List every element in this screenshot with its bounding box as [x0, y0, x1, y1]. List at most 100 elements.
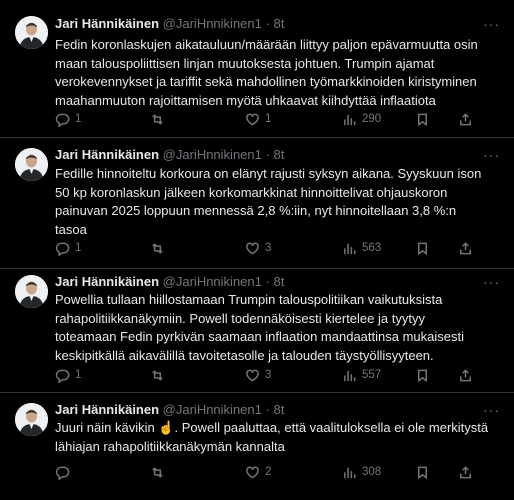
retweet-button[interactable]: [150, 462, 170, 482]
share-button[interactable]: [458, 462, 473, 482]
share-button[interactable]: [458, 238, 473, 258]
heart-icon: [246, 466, 259, 479]
reply-icon: [55, 466, 70, 480]
like-button[interactable]: 1: [245, 109, 271, 129]
views-button[interactable]: 308: [342, 462, 381, 482]
tweet-header: Jari Hännikäinen @JariHnnikinen1 · 8t: [55, 400, 284, 420]
text-line: maan talouspoliittisen linjan muutoksest…: [55, 55, 435, 71]
tweet[interactable]: Jari Hännikäinen @JariHnnikinen1 · 8t ··…: [0, 393, 514, 500]
text-line: Fedin koronlaskujen aikatauluun/määrään …: [55, 37, 478, 52]
author-name[interactable]: Jari Hännikäinen: [55, 402, 159, 417]
reply-button[interactable]: 1: [55, 365, 81, 385]
tweet-header: Jari Hännikäinen @JariHnnikinen1 · 8t: [55, 272, 284, 292]
text-line: Fedille hinnoiteltu korkoura on elänyt r…: [55, 166, 482, 181]
text-line: tasoa: [55, 222, 87, 238]
bookmark-icon: [418, 369, 427, 382]
retweet-button[interactable]: [150, 365, 170, 385]
like-button[interactable]: 2: [245, 462, 271, 482]
avatar[interactable]: [15, 403, 48, 436]
retweet-button[interactable]: [150, 109, 170, 129]
views-button[interactable]: 290: [342, 109, 381, 129]
more-options-icon[interactable]: ···: [483, 14, 500, 34]
like-count: 3: [265, 242, 272, 254]
like-count: 2: [265, 466, 272, 478]
views-button[interactable]: 557: [342, 365, 381, 385]
avatar[interactable]: [15, 275, 48, 308]
bookmark-button[interactable]: [415, 238, 430, 258]
heart-icon: [246, 242, 259, 255]
view-count: 563: [362, 242, 382, 254]
author-handle[interactable]: @JariHnnikinen1: [163, 274, 262, 289]
tweet-text: Juuri näin kävikin ☝️. Powell paaluttaa,…: [55, 419, 500, 456]
like-count: 3: [265, 369, 272, 381]
bookmark-button[interactable]: [415, 109, 430, 129]
timestamp[interactable]: 8t: [273, 274, 284, 289]
separator-dot: ·: [265, 147, 270, 162]
retweet-icon: [152, 242, 163, 254]
more-options-icon[interactable]: ···: [483, 272, 500, 292]
text-line: rahapolitiikkanäkymiin. Powell todennäkö…: [55, 310, 425, 326]
tweet-actions: 2 308: [55, 462, 500, 482]
text-line: painuvan 2025 loppuun mennessä 2,8 %:iin…: [55, 203, 457, 219]
share-icon: [460, 241, 471, 254]
text-line: maahanmuuton rajoittamisen myötä uhkaava…: [55, 93, 436, 109]
text-line: Powellia tullaan hiillostamaan Trumpin t…: [55, 292, 443, 307]
avatar[interactable]: [15, 148, 48, 181]
text-line: toteamaan Fedin pyrkivän saamaan inflaat…: [55, 329, 465, 345]
author-name[interactable]: Jari Hännikäinen: [55, 147, 159, 162]
view-count: 290: [362, 113, 382, 125]
retweet-button[interactable]: [150, 238, 170, 258]
reply-button[interactable]: 1: [55, 109, 81, 129]
avatar[interactable]: [15, 16, 48, 49]
tweet[interactable]: Jari Hännikäinen @JariHnnikinen1 · 8t ··…: [0, 269, 514, 393]
tweet-text: Fedin koronlaskujen aikatauluun/määrään …: [55, 36, 500, 111]
reply-button[interactable]: 1: [55, 238, 81, 258]
author-handle[interactable]: @JariHnnikinen1: [163, 402, 262, 417]
bookmark-button[interactable]: [415, 462, 430, 482]
tweet-actions: 1 1 290: [55, 109, 500, 129]
like-button[interactable]: 3: [245, 365, 271, 385]
timestamp[interactable]: 8t: [273, 402, 284, 417]
retweet-icon: [152, 466, 163, 478]
tweet-text: Powellia tullaan hiillostamaan Trumpin t…: [55, 291, 500, 366]
reply-icon: [55, 242, 70, 256]
reply-icon: [55, 113, 70, 127]
separator-dot: ·: [265, 402, 270, 417]
tweet-header: Jari Hännikäinen @JariHnnikinen1 · 8t: [55, 14, 284, 34]
views-button[interactable]: 563: [342, 238, 381, 258]
bookmark-button[interactable]: [415, 365, 430, 385]
share-button[interactable]: [458, 109, 473, 129]
heart-icon: [246, 113, 259, 126]
author-handle[interactable]: @JariHnnikinen1: [163, 16, 262, 31]
tweet-actions: 1 3 557: [55, 365, 500, 385]
share-icon: [460, 465, 471, 478]
view-count: 557: [362, 369, 382, 381]
author-name[interactable]: Jari Hännikäinen: [55, 16, 159, 31]
views-icon: [344, 370, 356, 381]
more-options-icon[interactable]: ···: [483, 400, 500, 420]
bookmark-icon: [418, 466, 427, 479]
reply-button[interactable]: [55, 462, 75, 482]
tweet[interactable]: Jari Hännikäinen @JariHnnikinen1 · 8t ··…: [0, 138, 514, 269]
reply-count: 1: [75, 113, 82, 125]
more-options-icon[interactable]: ···: [483, 145, 500, 165]
timestamp[interactable]: 8t: [273, 16, 284, 31]
like-button[interactable]: 3: [245, 238, 271, 258]
share-icon: [460, 112, 471, 125]
reply-count: 1: [75, 242, 82, 254]
text-line: 50 kp koronlaskun jälkeen korkomarkkinat…: [55, 184, 448, 200]
heart-icon: [246, 369, 259, 382]
separator-dot: ·: [265, 274, 270, 289]
author-name[interactable]: Jari Hännikäinen: [55, 274, 159, 289]
tweet[interactable]: Jari Hännikäinen @JariHnnikinen1 · 8t ··…: [0, 0, 514, 138]
reply-icon: [55, 369, 70, 383]
views-icon: [344, 467, 356, 478]
timestamp[interactable]: 8t: [273, 147, 284, 162]
author-handle[interactable]: @JariHnnikinen1: [163, 147, 262, 162]
separator-dot: ·: [265, 16, 270, 31]
bookmark-icon: [418, 242, 427, 255]
share-button[interactable]: [458, 365, 473, 385]
reply-count: 1: [75, 369, 82, 381]
tweet-actions: 1 3 563: [55, 238, 500, 258]
views-icon: [344, 243, 356, 254]
